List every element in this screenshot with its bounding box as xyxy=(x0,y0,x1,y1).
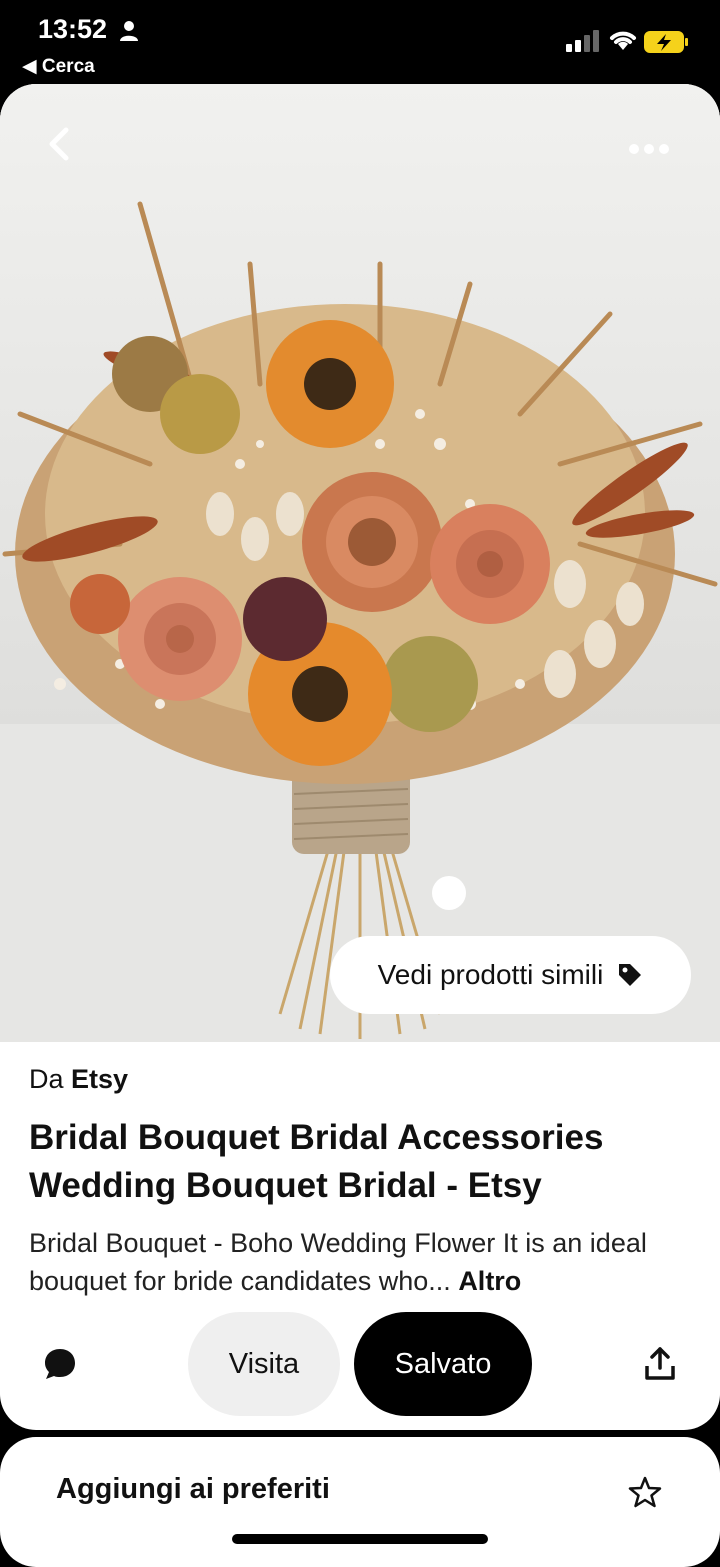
back-icon[interactable] xyxy=(40,124,80,164)
signal-icon xyxy=(566,30,599,52)
carousel-indicator xyxy=(432,876,466,910)
battery-charging-icon xyxy=(644,31,688,53)
similar-products-button[interactable]: Vedi prodotti simili xyxy=(330,936,691,1014)
pin-source: Da Etsy xyxy=(29,1064,128,1095)
tag-icon xyxy=(619,964,642,986)
star-icon[interactable] xyxy=(628,1475,662,1509)
pin-image[interactable]: Vedi prodotti simili xyxy=(0,84,720,1042)
status-time: 13:52 xyxy=(38,14,108,44)
source-name-link[interactable]: Etsy xyxy=(71,1064,128,1094)
status-bar: 13:52 ◀ Cerca xyxy=(0,0,720,84)
saved-button[interactable]: Salvato xyxy=(354,1312,532,1416)
home-indicator xyxy=(232,1534,488,1544)
pin-card: Vedi prodotti simili Da Etsy Bridal Bouq… xyxy=(0,84,720,1430)
add-to-favorites-row[interactable]: Aggiungi ai preferiti xyxy=(0,1437,720,1567)
add-to-favorites-label: Aggiungi ai preferiti xyxy=(56,1473,330,1505)
back-to-search-link[interactable]: ◀ Cerca xyxy=(22,55,95,78)
pin-title: Bridal Bouquet Bridal Accessories Weddin… xyxy=(29,1118,604,1205)
share-icon[interactable] xyxy=(642,1346,678,1382)
bouquet-illustration xyxy=(0,84,720,1042)
pin-description: Bridal Bouquet - Boho Wedding Flower It … xyxy=(29,1224,709,1300)
similar-products-label: Vedi prodotti simili xyxy=(377,959,604,990)
visit-button[interactable]: Visita xyxy=(188,1312,340,1416)
comment-icon[interactable] xyxy=(42,1346,78,1382)
wifi-icon xyxy=(610,31,636,50)
more-options-icon[interactable] xyxy=(626,138,672,160)
person-icon xyxy=(120,21,138,41)
description-text: Bridal Bouquet - Boho Wedding Flower It … xyxy=(29,1228,647,1296)
source-prefix: Da xyxy=(29,1064,64,1094)
more-link[interactable]: Altro xyxy=(458,1266,521,1296)
